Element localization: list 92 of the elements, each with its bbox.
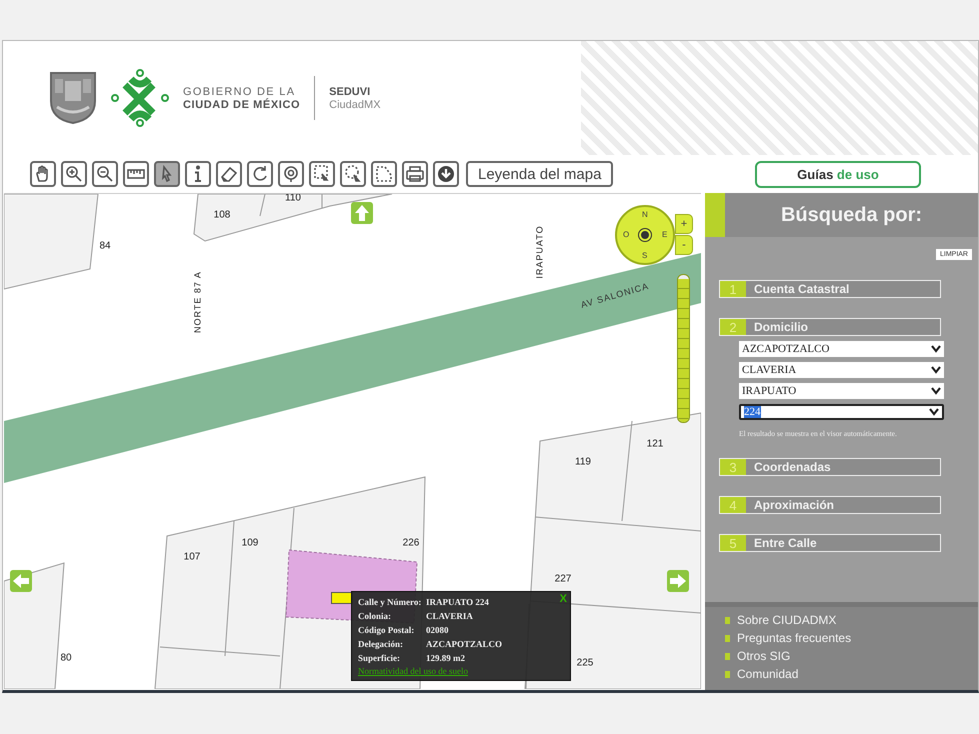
compass-control[interactable]: N O E S — [615, 205, 675, 265]
circle-select-tool-button[interactable] — [340, 161, 366, 187]
chevron-down-icon — [929, 408, 939, 416]
polygon-select-icon — [375, 165, 393, 183]
print-tool-button[interactable] — [402, 161, 428, 187]
rect-select-tool-button[interactable] — [309, 161, 335, 187]
agency-name: SEDUVI — [329, 86, 372, 98]
lot-number: 119 — [575, 456, 591, 468]
agency-subtitle: CiudadMX — [329, 98, 381, 110]
field-label: Código Postal: — [358, 624, 416, 637]
search-section-button[interactable]: 2 Domicilio — [719, 318, 941, 336]
info-icon — [194, 165, 202, 183]
search-section-button[interactable]: 1 Cuenta Catastral — [719, 280, 941, 298]
accent-stripe — [705, 193, 725, 237]
chevron-down-icon — [931, 345, 941, 353]
lot-number: 121 — [646, 438, 664, 450]
eraser-icon — [220, 165, 238, 183]
map-legend-button[interactable]: Leyenda del mapa — [466, 161, 614, 187]
city-logo-icon — [111, 69, 169, 127]
zoom-out-tool-button[interactable] — [92, 161, 118, 187]
compass-west-label: O — [623, 231, 630, 239]
compass-east-label: E — [662, 231, 668, 239]
street-name: NORTE 87 A — [192, 271, 202, 333]
circle-select-icon — [344, 165, 362, 183]
field-label: Colonia: — [358, 610, 392, 623]
lot-number: 110 — [285, 194, 301, 204]
compass-center-icon — [639, 229, 651, 241]
zoom-out-button[interactable]: - — [675, 235, 693, 255]
ruler-tool-button[interactable] — [123, 161, 149, 187]
search-section-button[interactable]: 4 Aproximación — [719, 496, 941, 514]
compass-south-label: S — [642, 252, 648, 260]
land-use-link[interactable]: Normatividad del uso de suelo — [358, 665, 564, 678]
government-city-name: CIUDAD DE MÉXICO — [183, 98, 300, 110]
close-button[interactable]: X — [560, 593, 567, 605]
lot-number: 225 — [576, 658, 594, 669]
search-section-button[interactable]: 3 Coordenadas — [719, 458, 941, 476]
eraser-tool-button[interactable] — [216, 161, 242, 187]
field-label: Delegación: — [358, 638, 404, 651]
zoom-slider[interactable] — [677, 274, 690, 423]
compass-north-label: N — [642, 211, 648, 219]
zoom-out-icon — [96, 165, 114, 183]
zoom-in-icon — [65, 165, 83, 183]
field-value: AZCAPOTZALCO — [426, 638, 504, 651]
circle-icon — [282, 165, 300, 183]
chevron-down-icon — [931, 366, 941, 374]
circle-tool-button[interactable] — [278, 161, 304, 187]
bullet-icon — [725, 653, 730, 660]
bullet-icon — [725, 617, 730, 624]
lot-number: 107 — [184, 552, 200, 563]
footer-link[interactable]: Sobre CIUDADMX — [737, 613, 836, 628]
usage-guides-button[interactable]: Guías de uso — [755, 160, 921, 188]
dropdown-field[interactable]: AZCAPOTZALCO — [739, 341, 944, 357]
refresh-icon — [251, 165, 269, 183]
zoom-in-button[interactable]: + — [675, 214, 693, 234]
info-tool-button[interactable] — [185, 161, 211, 187]
field-value: CLAVERIA — [426, 610, 474, 623]
print-icon — [406, 165, 424, 183]
footer-link[interactable]: Otros SIG — [737, 649, 790, 664]
field-label: Superficie: — [358, 652, 401, 665]
polygon-select-tool-button[interactable] — [371, 161, 397, 187]
download-icon — [437, 165, 455, 183]
field-value: 129.89 m2 — [426, 652, 466, 665]
dropdown-field[interactable]: CLAVERIA — [739, 362, 944, 378]
lot-number: 84 — [99, 240, 111, 252]
zoom-in-tool-button[interactable] — [61, 161, 87, 187]
street-name: IRAPUATO — [534, 225, 544, 279]
dropdown-field[interactable]: IRAPUATO — [739, 383, 944, 399]
bullet-icon — [725, 671, 730, 678]
download-tool-button[interactable] — [433, 161, 459, 187]
search-section-button[interactable]: 5 Entre Calle — [719, 534, 941, 552]
search-title: Búsqueda por: — [780, 204, 924, 226]
refresh-tool-button[interactable] — [247, 161, 273, 187]
rect-select-icon — [313, 165, 331, 183]
field-value: 02080 — [426, 624, 450, 637]
coat-of-arms-icon — [49, 71, 97, 125]
footer-link[interactable]: Comunidad — [737, 667, 798, 682]
lot-number: 108 — [214, 210, 230, 221]
footer-link[interactable]: Preguntas frecuentes — [737, 631, 852, 646]
lot-number: 226 — [402, 538, 420, 549]
location-marker-icon — [331, 592, 353, 604]
government-name: GOBIERNO DE LA — [183, 86, 296, 98]
chevron-down-icon — [931, 387, 941, 395]
field-label: Calle y Número: — [358, 596, 422, 609]
bullet-icon — [725, 635, 730, 642]
field-value: IRAPUATO 224 — [426, 596, 490, 609]
lot-number: 80 — [60, 652, 72, 664]
pan-tool-button[interactable] — [30, 161, 56, 187]
pointer-tool-button[interactable] — [154, 161, 180, 187]
lot-number: 109 — [242, 538, 258, 549]
map-canvas[interactable] — [4, 193, 701, 689]
dropdown-field[interactable]: 224 — [739, 404, 944, 420]
lot-number: 227 — [554, 574, 572, 585]
